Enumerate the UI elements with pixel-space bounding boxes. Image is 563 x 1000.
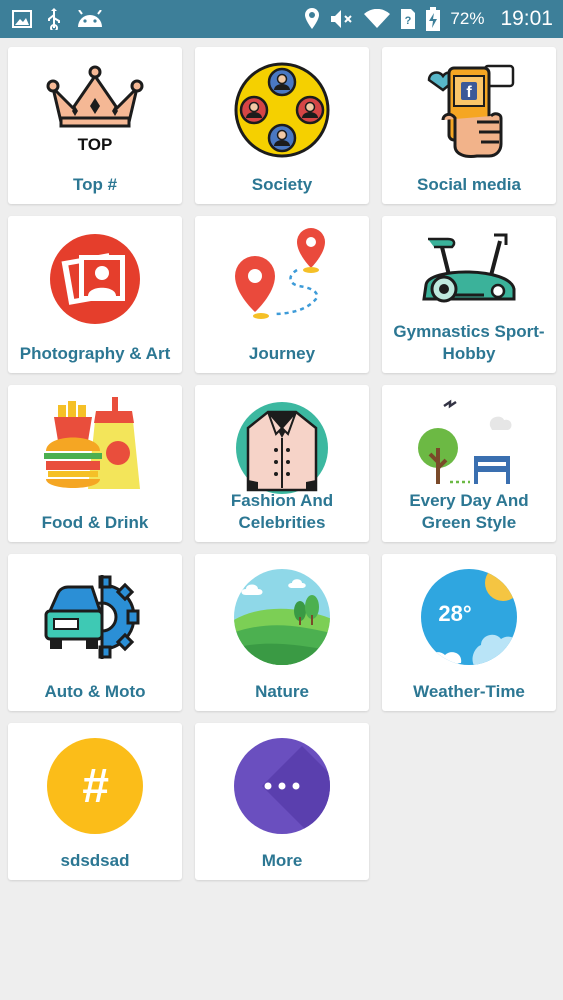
people-circle-icon	[227, 55, 337, 165]
category-tile-weather[interactable]: 28° Weather-Time	[382, 554, 556, 711]
category-tile-fashion[interactable]: Fashion And Celebrities	[195, 385, 369, 542]
category-label: Fashion And Celebrities	[230, 491, 334, 532]
wifi-icon	[364, 9, 391, 29]
category-label: Society	[251, 175, 313, 194]
top-icon-text: TOP	[78, 135, 113, 154]
hashtag-symbol: #	[82, 760, 109, 813]
gallery-notification-icon	[12, 10, 32, 28]
android-icon	[76, 10, 104, 28]
category-tile-sdsdsad[interactable]: # sdsdsad	[8, 723, 182, 880]
category-label: Weather-Time	[413, 682, 525, 701]
category-label: Gymnastics Sport-Hobby	[393, 322, 545, 363]
category-label: Food & Drink	[41, 513, 149, 532]
category-label: Photography & Art	[19, 344, 171, 363]
category-label: Journey	[248, 344, 316, 363]
category-grid: TOP Top # Society f Social media Photogr…	[0, 38, 563, 880]
category-label: More	[261, 851, 303, 870]
weather-sun-icon: 28°	[414, 562, 524, 672]
phone-social-icon: f	[414, 55, 524, 165]
social-icon-letter: f	[466, 84, 472, 101]
category-tile-food[interactable]: Food & Drink	[8, 385, 182, 542]
car-gear-icon	[40, 562, 150, 672]
exercise-bike-icon	[414, 224, 524, 334]
status-bar-right: ? 72% 19:01	[304, 7, 553, 31]
burger-fries-drink-icon	[40, 393, 150, 503]
map-pin-route-icon	[227, 224, 337, 334]
usb-icon	[46, 8, 62, 30]
category-tile-everyday[interactable]: Every Day And Green Style	[382, 385, 556, 542]
location-icon	[304, 8, 320, 30]
category-tile-top[interactable]: TOP Top #	[8, 47, 182, 204]
category-tile-journey[interactable]: Journey	[195, 216, 369, 373]
hashtag-icon: #	[40, 731, 150, 841]
category-tile-photography[interactable]: Photography & Art	[8, 216, 182, 373]
sim-unknown-icon: ?	[400, 8, 416, 30]
category-label: sdsdsad	[60, 851, 130, 870]
category-tile-gymnastics[interactable]: Gymnastics Sport-Hobby	[382, 216, 556, 373]
status-bar: ? 72% 19:01	[0, 0, 563, 38]
battery-percent: 72%	[450, 9, 485, 28]
svg-text:?: ?	[405, 15, 412, 27]
category-tile-social-media[interactable]: f Social media	[382, 47, 556, 204]
crown-top-icon: TOP	[40, 55, 150, 165]
tree-bench-icon	[414, 393, 524, 503]
category-tile-more[interactable]: More	[195, 723, 369, 880]
weather-temperature: 28°	[438, 601, 471, 626]
category-label: Nature	[255, 682, 309, 701]
photo-icon	[40, 224, 150, 334]
category-tile-auto[interactable]: Auto & Moto	[8, 554, 182, 711]
category-label: Every Day And Green Style	[409, 491, 529, 532]
category-label: Social media	[417, 175, 521, 194]
clock: 19:01	[500, 7, 553, 30]
jacket-icon	[227, 393, 337, 503]
category-tile-nature[interactable]: Nature	[195, 554, 369, 711]
category-label: Top #	[72, 175, 118, 194]
category-label: Auto & Moto	[44, 682, 146, 701]
landscape-icon	[227, 562, 337, 672]
category-tile-society[interactable]: Society	[195, 47, 369, 204]
mute-icon	[330, 9, 354, 29]
battery-charging-icon	[426, 7, 441, 31]
more-dots-icon	[227, 731, 337, 841]
status-bar-left	[12, 8, 104, 30]
